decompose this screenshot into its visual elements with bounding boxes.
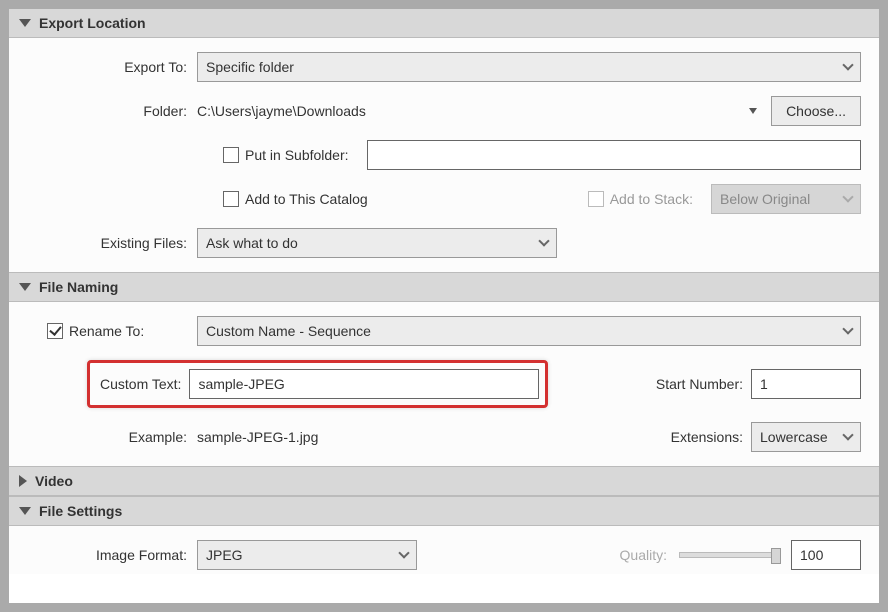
image-format-select[interactable]: JPEG (197, 540, 417, 570)
chevron-down-icon (538, 235, 549, 246)
extensions-value: Lowercase (760, 429, 828, 445)
section-header-video[interactable]: Video (9, 466, 879, 496)
image-format-value: JPEG (206, 547, 243, 563)
export-to-select[interactable]: Specific folder (197, 52, 861, 82)
disclosure-triangle-down-icon (19, 19, 31, 27)
quality-value: 100 (800, 547, 823, 563)
existing-files-label: Existing Files: (27, 235, 197, 251)
put-in-subfolder-label: Put in Subfolder: (245, 147, 349, 163)
put-in-subfolder-checkbox[interactable] (223, 147, 239, 163)
extensions-select[interactable]: Lowercase (751, 422, 861, 452)
section-body-file-naming: Rename To: Custom Name - Sequence Custom… (9, 302, 879, 466)
disclosure-triangle-right-icon (19, 475, 27, 487)
chevron-down-icon (842, 323, 853, 334)
rename-to-label: Rename To: (69, 323, 144, 339)
section-title: File Settings (39, 503, 122, 519)
export-to-value: Specific folder (206, 59, 294, 75)
folder-menu-icon[interactable] (749, 108, 757, 114)
section-title: Export Location (39, 15, 146, 31)
slider-thumb-icon[interactable] (771, 548, 781, 564)
disclosure-triangle-down-icon (19, 507, 31, 515)
start-number-label: Start Number: (656, 376, 743, 392)
section-header-file-naming[interactable]: File Naming (9, 272, 879, 302)
section-header-export-location[interactable]: Export Location (9, 9, 879, 38)
choose-button[interactable]: Choose... (771, 96, 861, 126)
start-number-input[interactable]: 1 (751, 369, 861, 399)
section-title: Video (35, 473, 73, 489)
existing-files-value: Ask what to do (206, 235, 298, 251)
custom-text-highlight: Custom Text: sample-JPEG (87, 360, 548, 408)
stack-position-select: Below Original (711, 184, 861, 214)
quality-label: Quality: (620, 547, 667, 563)
quality-slider[interactable] (679, 552, 779, 558)
chevron-down-icon (842, 429, 853, 440)
chevron-down-icon (842, 59, 853, 70)
add-to-stack-checkbox (588, 191, 604, 207)
chevron-down-icon (842, 191, 853, 202)
add-to-catalog-label: Add to This Catalog (245, 191, 368, 207)
section-header-file-settings[interactable]: File Settings (9, 496, 879, 526)
section-title: File Naming (39, 279, 118, 295)
choose-button-label: Choose... (786, 103, 846, 119)
start-number-value: 1 (760, 376, 768, 392)
export-to-label: Export To: (27, 59, 197, 75)
rename-to-select[interactable]: Custom Name - Sequence (197, 316, 861, 346)
section-body-export-location: Export To: Specific folder Folder: C:\Us… (9, 38, 879, 272)
example-value: sample-JPEG-1.jpg (197, 429, 318, 445)
rename-to-checkbox[interactable] (47, 323, 63, 339)
add-to-catalog-checkbox[interactable] (223, 191, 239, 207)
add-to-stack-label: Add to Stack: (610, 191, 693, 207)
quality-input[interactable]: 100 (791, 540, 861, 570)
section-body-file-settings: Image Format: JPEG Quality: 100 (9, 526, 879, 574)
stack-position-value: Below Original (720, 191, 810, 207)
custom-text-input[interactable]: sample-JPEG (189, 369, 539, 399)
existing-files-select[interactable]: Ask what to do (197, 228, 557, 258)
example-label: Example: (27, 429, 197, 445)
image-format-label: Image Format: (27, 547, 197, 563)
custom-text-value: sample-JPEG (198, 376, 284, 392)
extensions-label: Extensions: (671, 429, 743, 445)
rename-to-value: Custom Name - Sequence (206, 323, 371, 339)
custom-text-label: Custom Text: (100, 376, 181, 392)
subfolder-name-input[interactable] (367, 140, 861, 170)
folder-label: Folder: (27, 103, 197, 119)
folder-path: C:\Users\jayme\Downloads (197, 103, 749, 119)
chevron-down-icon (398, 547, 409, 558)
disclosure-triangle-down-icon (19, 283, 31, 291)
